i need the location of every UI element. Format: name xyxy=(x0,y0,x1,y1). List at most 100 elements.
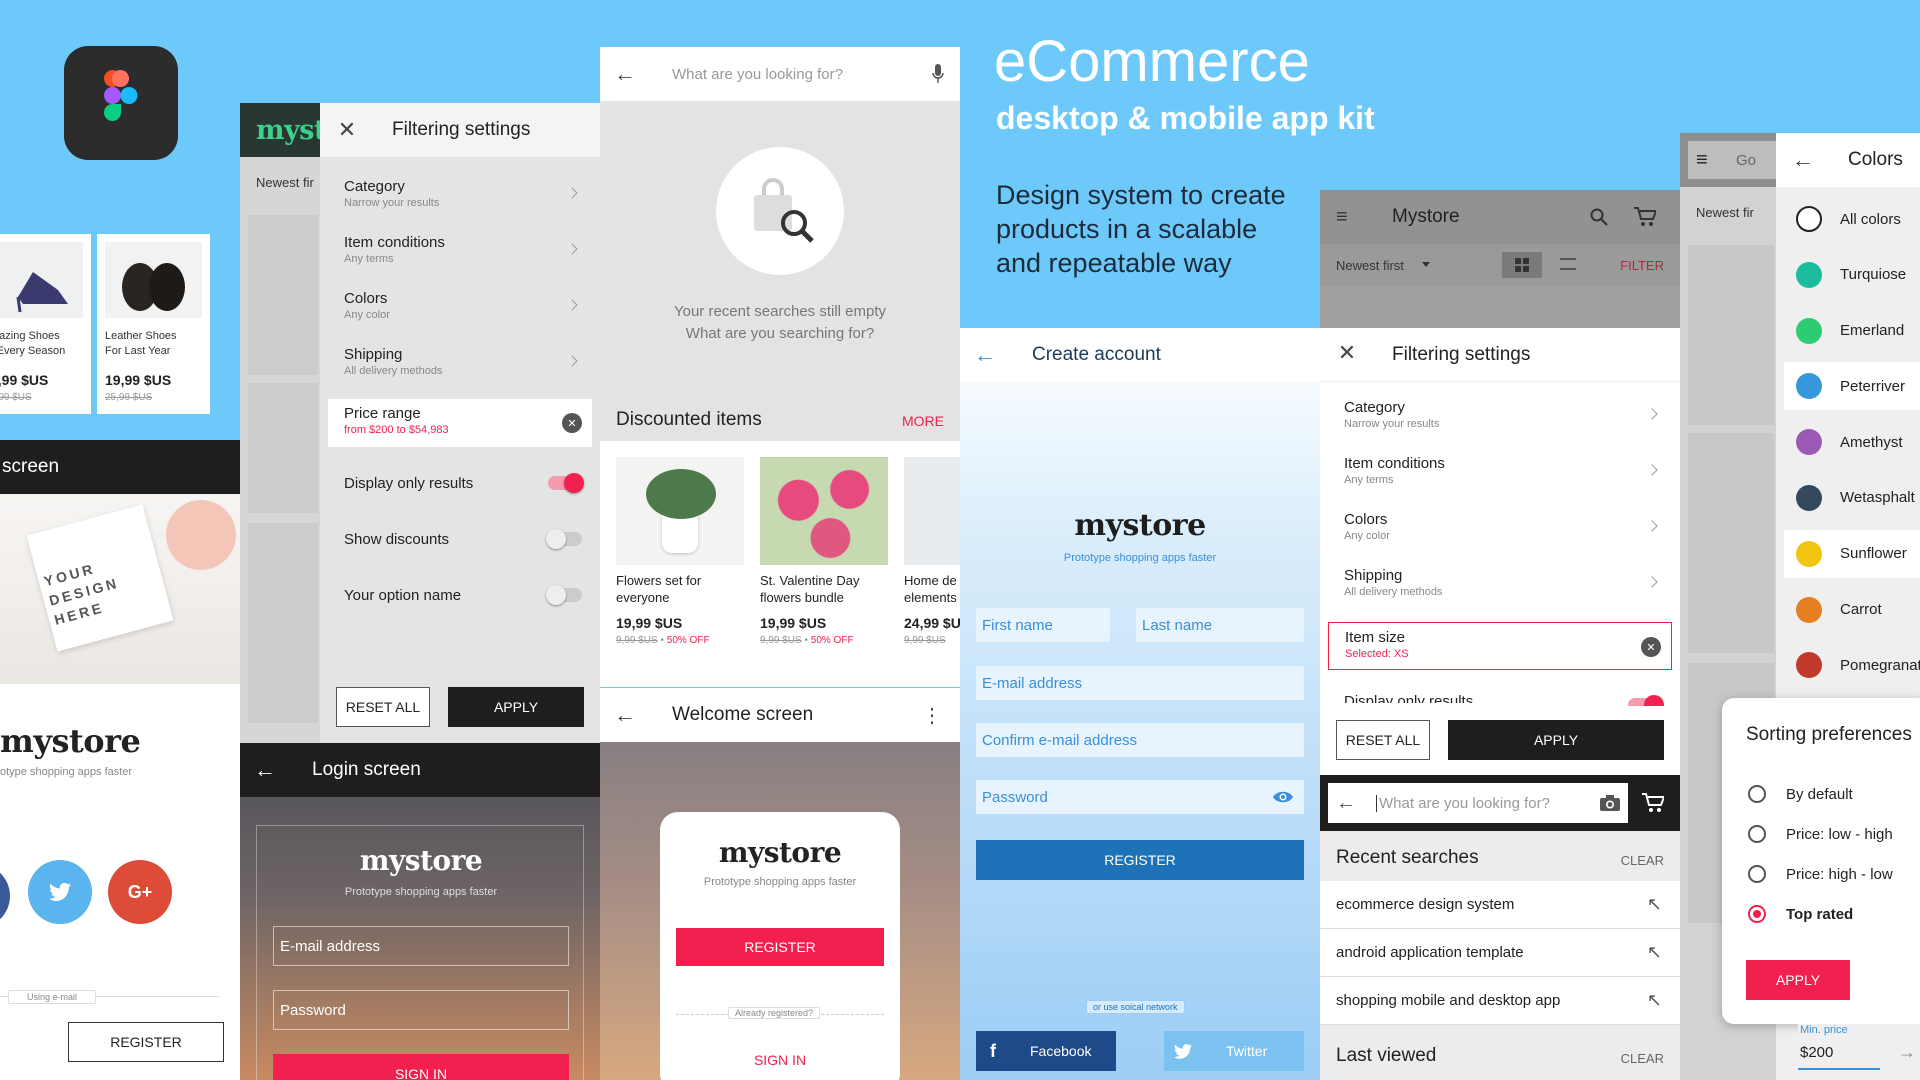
close-icon[interactable]: ✕ xyxy=(1336,340,1358,365)
arrow-up-left-icon[interactable]: ↖ xyxy=(1647,990,1662,1011)
radio-icon[interactable] xyxy=(1748,785,1766,803)
last-name-input[interactable]: Last name xyxy=(1136,608,1304,642)
filter-item-shipping[interactable]: Shipping All delivery methods xyxy=(320,333,600,389)
apply-button[interactable]: APPLY xyxy=(1448,720,1664,760)
list-view-icon[interactable] xyxy=(1560,258,1576,270)
password-input[interactable]: Password xyxy=(273,990,569,1030)
filter-item-price-range[interactable]: Price range from $200 to $54,983 ✕ xyxy=(328,399,592,447)
filter-item-category[interactable]: Category Narrow your results xyxy=(320,165,600,221)
recent-search-item[interactable]: ecommerce design system ↖ xyxy=(1320,881,1680,929)
discount-item[interactable]: Flowers set for everyone 19,99 $US 9,99 … xyxy=(616,457,744,646)
filter-item-conditions[interactable]: Item conditions Any terms xyxy=(320,221,600,277)
search-input[interactable]: What are you looking for? xyxy=(1376,794,1550,812)
product-card[interactable]: Leather Shoes For Last Year 19,99 $US 25… xyxy=(97,234,210,414)
color-option[interactable]: Pomegranat xyxy=(1784,641,1920,689)
discount-item[interactable]: St. Valentine Day flowers bundle 19,99 $… xyxy=(760,457,888,646)
sort-option[interactable]: Top rated xyxy=(1746,894,1920,934)
sign-in-button[interactable]: SIGN IN xyxy=(273,1054,569,1080)
product-old-price: 25,99 $US xyxy=(105,392,153,403)
back-arrow-icon[interactable]: ← xyxy=(974,342,996,368)
toggle-switch-on[interactable] xyxy=(548,473,584,493)
google-plus-button[interactable]: G+ xyxy=(108,860,172,924)
arrow-right-icon[interactable]: → xyxy=(1898,1042,1916,1063)
back-arrow-icon[interactable]: ← xyxy=(614,702,636,728)
recent-search-item[interactable]: shopping mobile and desktop app ↖ xyxy=(1320,977,1680,1025)
toggle-switch-off[interactable] xyxy=(546,585,582,605)
back-arrow-icon[interactable]: ← xyxy=(1792,147,1814,173)
register-button[interactable]: REGISTER xyxy=(976,840,1304,880)
toggle-show-discounts[interactable]: Show discounts xyxy=(320,511,600,567)
color-option[interactable]: Peterriver xyxy=(1784,362,1920,411)
search-input[interactable]: What are you looking for? xyxy=(672,66,843,83)
filter-item-category[interactable]: Category Narrow your results xyxy=(1320,386,1680,442)
grid-view-icon[interactable] xyxy=(1502,252,1542,278)
toggle-option[interactable]: Your option name xyxy=(320,567,600,623)
sort-option[interactable]: By default xyxy=(1746,774,1920,814)
confirm-email-input[interactable]: Confirm e-mail address xyxy=(976,723,1304,757)
filter-item-size[interactable]: Item size Selected: XS ✕ xyxy=(1328,622,1672,670)
back-arrow-icon[interactable]: ← xyxy=(614,61,636,87)
apply-button[interactable]: APPLY xyxy=(1746,960,1850,1000)
eye-icon[interactable] xyxy=(1272,787,1294,807)
clear-button[interactable]: CLEAR xyxy=(1621,853,1664,868)
toggle-switch-off[interactable] xyxy=(546,529,582,549)
filter-item-colors[interactable]: Colors Any color xyxy=(320,277,600,333)
color-option[interactable]: Amethyst xyxy=(1784,418,1920,466)
search-icon[interactable] xyxy=(1590,208,1608,226)
cart-icon[interactable] xyxy=(1634,207,1656,227)
email-input[interactable]: E-mail address xyxy=(976,666,1304,700)
intro-screen-panel: screen YOUR DESIGN HERE mystore otype sh… xyxy=(0,440,240,1080)
back-arrow-icon[interactable]: ← xyxy=(254,757,276,783)
color-option[interactable]: Sunflower xyxy=(1784,529,1920,578)
filter-button[interactable]: FILTER xyxy=(1620,258,1664,273)
camera-icon[interactable] xyxy=(1600,795,1620,811)
radio-selected-icon[interactable] xyxy=(1748,905,1766,923)
apply-button[interactable]: APPLY xyxy=(448,687,584,727)
recent-search-item[interactable]: android application template ↖ xyxy=(1320,929,1680,977)
menu-icon[interactable]: ≡ xyxy=(1696,149,1708,172)
filter-item-colors[interactable]: Colors Any color xyxy=(1320,498,1680,554)
close-icon[interactable]: ✕ xyxy=(336,117,358,142)
register-button[interactable]: REGISTER xyxy=(676,928,884,966)
twitter-button[interactable] xyxy=(28,860,92,924)
email-input[interactable]: E-mail address xyxy=(273,926,569,966)
cart-icon[interactable] xyxy=(1642,793,1664,813)
filter-item-shipping[interactable]: Shipping All delivery methods xyxy=(1320,554,1680,610)
register-button[interactable]: REGISTER xyxy=(68,1022,224,1062)
sort-option[interactable]: Price: high - low xyxy=(1746,854,1920,894)
filter-item-conditions[interactable]: Item conditions Any terms xyxy=(1320,442,1680,498)
facebook-button[interactable] xyxy=(0,864,10,928)
facebook-button[interactable]: f Facebook xyxy=(976,1031,1116,1071)
more-link[interactable]: MORE xyxy=(902,413,944,429)
first-name-input[interactable]: First name xyxy=(976,608,1110,642)
color-option[interactable]: Turquiose xyxy=(1784,251,1920,299)
radio-icon[interactable] xyxy=(1748,865,1766,883)
radio-icon[interactable] xyxy=(1748,825,1766,843)
toggle-display-only[interactable]: Display only results xyxy=(320,455,600,511)
reset-all-button[interactable]: RESET ALL xyxy=(1336,720,1430,760)
reset-all-button[interactable]: RESET ALL xyxy=(336,687,430,727)
color-option[interactable]: Wetasphalt xyxy=(1784,474,1920,522)
product-name: everyone xyxy=(616,590,670,605)
clear-button[interactable]: CLEAR xyxy=(1621,1051,1664,1066)
min-price-field[interactable]: Min. price $200 → xyxy=(1798,1024,1920,1080)
discount-item[interactable]: Home de elements 24,99 $U 9,99 $US xyxy=(904,457,960,646)
clear-icon[interactable]: ✕ xyxy=(562,413,582,433)
empty-state-text: Your recent searches still empty xyxy=(673,303,887,320)
color-option[interactable]: All colors xyxy=(1784,195,1920,243)
sign-in-link[interactable]: SIGN IN xyxy=(660,1052,900,1068)
menu-icon[interactable]: ≡ xyxy=(1336,206,1348,229)
back-arrow-icon[interactable]: ← xyxy=(1336,792,1356,815)
product-card[interactable]: mazing Shoes r Every Season 9,99 $US 9,9… xyxy=(0,234,91,414)
clear-icon[interactable]: ✕ xyxy=(1641,637,1661,657)
sort-label[interactable]: Newest first xyxy=(1336,258,1404,273)
color-option[interactable]: Carrot xyxy=(1784,586,1920,634)
microphone-icon[interactable] xyxy=(932,64,944,84)
sort-option[interactable]: Price: low - high xyxy=(1746,814,1920,854)
password-input[interactable]: Password xyxy=(976,780,1304,814)
more-vert-icon[interactable]: ⋮ xyxy=(922,703,942,728)
arrow-up-left-icon[interactable]: ↖ xyxy=(1647,942,1662,963)
twitter-button[interactable]: Twitter xyxy=(1164,1031,1304,1071)
arrow-up-left-icon[interactable]: ↖ xyxy=(1647,894,1662,915)
color-option[interactable]: Emerland xyxy=(1784,307,1920,355)
